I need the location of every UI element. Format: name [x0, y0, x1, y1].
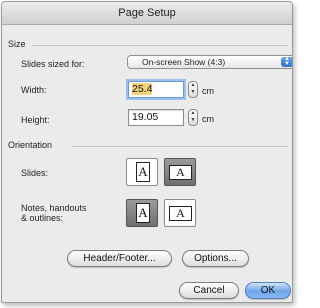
- slides-portrait-button[interactable]: A: [126, 158, 158, 186]
- window-title: Page Setup: [2, 2, 292, 25]
- portrait-page-icon: A: [136, 203, 150, 223]
- notes-landscape-button[interactable]: A: [164, 199, 196, 227]
- height-value: 19.05: [132, 111, 159, 123]
- size-section-divider: [32, 45, 288, 46]
- height-field[interactable]: 19.05: [128, 109, 184, 126]
- slides-orientation-label: Slides:: [21, 168, 49, 178]
- portrait-page-icon: A: [136, 162, 150, 182]
- landscape-page-icon: A: [169, 206, 192, 221]
- notes-label-line2: & outlines:: [21, 213, 64, 223]
- slides-sized-for-label: Slides sized for:: [21, 59, 85, 69]
- notes-orientation-label: Notes, handouts & outlines:: [21, 203, 87, 223]
- landscape-page-icon: A: [169, 165, 192, 180]
- height-unit: cm: [202, 114, 214, 124]
- width-unit: cm: [202, 86, 214, 96]
- notes-portrait-button[interactable]: A: [126, 199, 158, 227]
- width-label: Width:: [21, 85, 47, 95]
- orientation-section-label: Orientation: [8, 140, 53, 150]
- slides-sized-for-select[interactable]: On-screen Show (4:3) ▲ ▼: [127, 55, 292, 69]
- size-section-label: Size: [8, 39, 26, 49]
- height-label: Height:: [21, 115, 50, 125]
- orientation-section-divider: [72, 146, 288, 147]
- options-button[interactable]: Options...: [182, 250, 249, 267]
- width-stepper[interactable]: ▲ ▼: [188, 81, 198, 98]
- ok-button[interactable]: OK: [245, 282, 291, 299]
- width-field[interactable]: 25.4: [128, 81, 184, 98]
- notes-label-line1: Notes, handouts: [21, 203, 87, 213]
- header-footer-button[interactable]: Header/Footer...: [67, 250, 172, 267]
- select-arrows-icon: ▲ ▼: [281, 56, 292, 67]
- width-value: 25.4: [132, 83, 153, 95]
- cancel-button[interactable]: Cancel: [179, 282, 239, 299]
- slides-sized-for-value: On-screen Show (4:3): [142, 57, 226, 67]
- height-stepper[interactable]: ▲ ▼: [188, 109, 198, 126]
- page-setup-dialog: Page Setup Size Slides sized for: On-scr…: [1, 1, 293, 303]
- slides-landscape-button[interactable]: A: [164, 158, 196, 186]
